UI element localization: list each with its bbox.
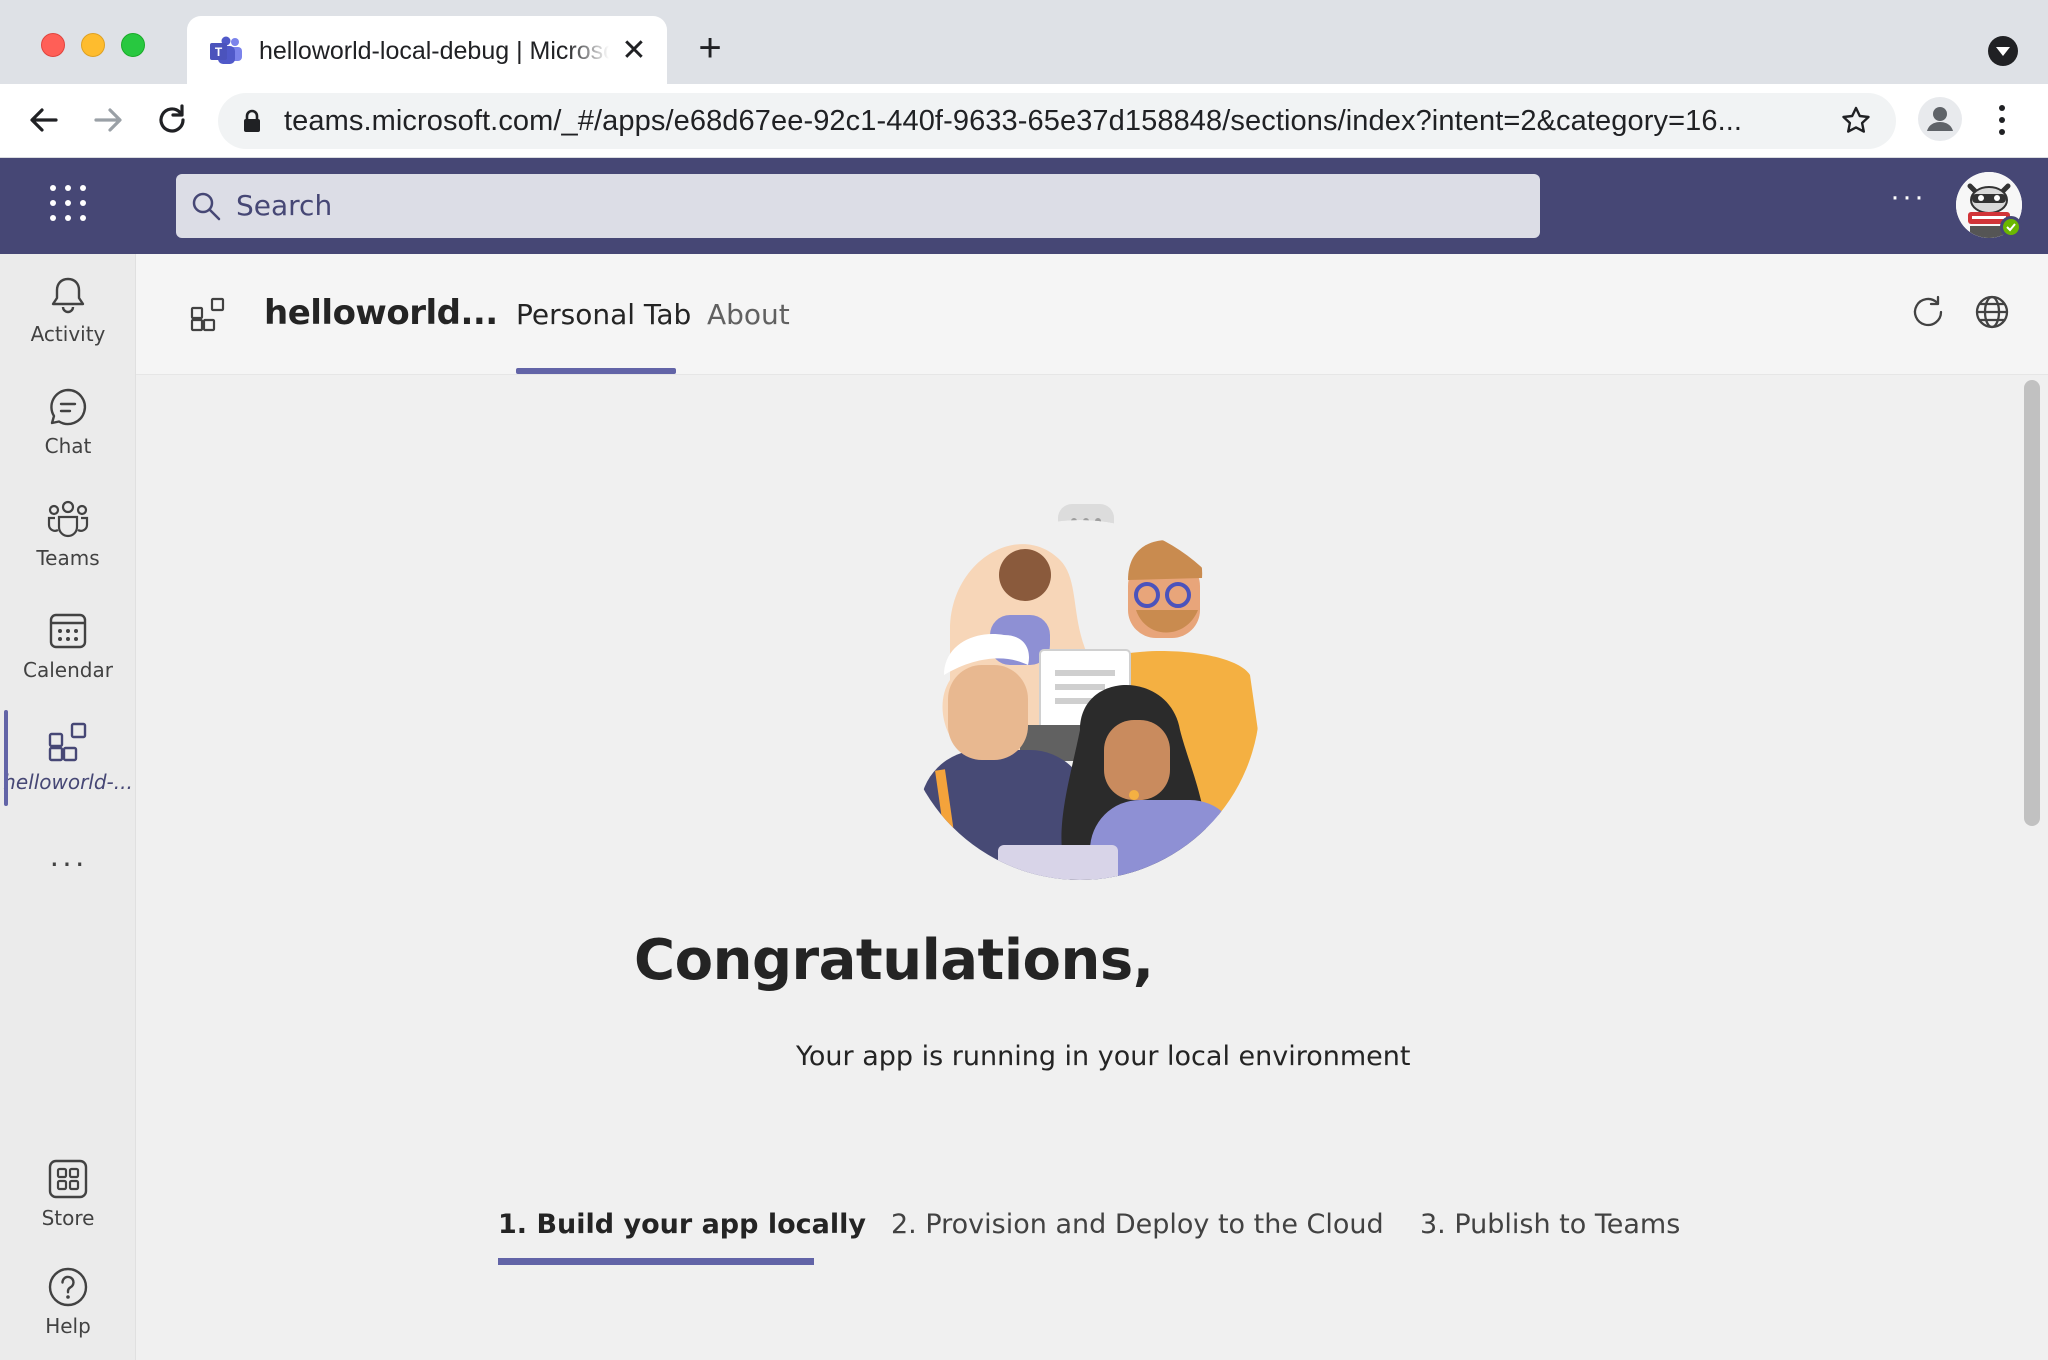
scrollbar[interactable] [2024,380,2040,826]
step-tab-publish[interactable]: 3. Publish to Teams [1420,1208,1680,1242]
calendar-icon [49,613,87,649]
step-tab-build-locally[interactable]: 1. Build your app locally [498,1208,866,1242]
rail-label-helloworld: helloworld-... [3,770,133,794]
rail-label-activity: Activity [30,322,106,346]
back-arrow-icon[interactable] [24,100,64,140]
active-step-indicator [498,1258,814,1265]
new-tab-button[interactable]: + [690,28,730,70]
close-tab-icon[interactable]: ✕ [619,36,649,66]
rail-label-help: Help [45,1314,91,1338]
rail-label-store: Store [41,1206,95,1230]
rail-item-activity[interactable]: Activity [0,274,136,374]
rail-item-store[interactable]: Store [0,1158,136,1258]
teams-icon [47,500,89,538]
active-rail-indicator [4,710,8,806]
address-bar[interactable]: teams.microsoft.com/_#/apps/e68d67ee-92c… [218,93,1896,149]
search-icon [192,192,221,221]
store-icon [48,1159,88,1199]
apps-icon [48,722,87,762]
step-tab-provision-deploy[interactable]: 2. Provision and Deploy to the Cloud [891,1208,1384,1242]
browser-tab[interactable]: T helloworld-local-debug | Microsoft Tea… [187,16,667,84]
url-text[interactable]: teams.microsoft.com/_#/apps/e68d67ee-92c… [284,104,1824,138]
rail-item-helloworld[interactable]: helloworld-... [0,720,136,820]
svg-text:T: T [215,45,223,59]
globe-icon[interactable] [1974,294,2010,330]
help-icon [48,1267,88,1307]
forward-arrow-icon[interactable] [88,100,128,140]
tab-personal[interactable]: Personal Tab [516,298,691,332]
refresh-icon[interactable] [1910,294,1946,330]
welcome-illustration [900,504,1260,880]
browser-tab-title: helloworld-local-debug | Microsoft Teams [259,37,609,65]
lock-icon[interactable] [242,109,262,133]
bookmark-star-icon[interactable] [1840,105,1872,137]
more-apps-icon[interactable]: ··· [46,846,90,878]
app-launcher-icon[interactable] [48,183,88,223]
maximize-window-button[interactable] [121,33,145,57]
close-window-button[interactable] [41,33,65,57]
rail-item-calendar[interactable]: Calendar [0,610,136,710]
browser-tab-bar: T helloworld-local-debug | Microsoft Tea… [0,0,2048,84]
rail-label-calendar: Calendar [23,658,113,682]
minimize-window-button[interactable] [81,33,105,57]
teams-header: Search ··· [0,158,2048,254]
rail-item-chat[interactable]: Chat [0,386,136,486]
page-subtitle: Your app is running in your local enviro… [796,1041,1411,1072]
app-name: helloworld... [264,293,498,333]
search-input[interactable]: Search [176,174,1540,238]
browser-toolbar: teams.microsoft.com/_#/apps/e68d67ee-92c… [0,84,2048,158]
left-rail: Activity Chat Teams Calendar helloworld-… [0,254,136,1360]
rail-label-chat: Chat [44,434,92,458]
rail-item-help[interactable]: Help [0,1266,136,1360]
presence-available-icon [2000,216,2022,238]
tab-search-button[interactable] [1988,36,2018,66]
profile-button[interactable] [1918,97,1962,141]
more-options-icon[interactable]: ··· [1890,182,1926,212]
rail-item-teams[interactable]: Teams [0,498,136,598]
bell-icon [51,277,85,314]
app-icon [190,297,225,332]
reload-icon[interactable] [152,100,192,140]
page-title: Congratulations, [634,928,1154,993]
tab-about[interactable]: About [707,298,790,332]
active-tab-indicator [516,368,676,374]
chat-icon [50,388,87,426]
search-placeholder: Search [236,189,333,222]
browser-menu-icon[interactable] [1990,98,2014,142]
person-icon [1927,107,1953,131]
app-header: helloworld... Personal Tab About [136,254,2048,375]
teams-favicon-icon: T [210,36,242,64]
rail-label-teams: Teams [36,546,100,570]
